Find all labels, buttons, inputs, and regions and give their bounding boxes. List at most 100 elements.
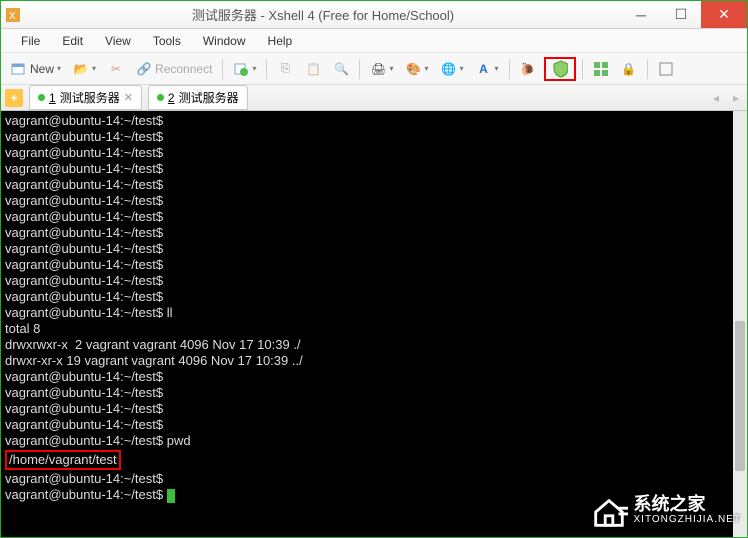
new-session-icon: [11, 61, 27, 77]
tab-2[interactable]: 2 测试服务器: [148, 85, 248, 110]
status-dot-icon: [38, 94, 45, 101]
watermark: 系统之家 XITONGZHIJIA.NET: [590, 493, 742, 531]
menu-window[interactable]: Window: [193, 32, 256, 50]
color-scheme-button[interactable]: 🎨▾: [401, 59, 432, 79]
terminal-line: vagrant@ubuntu-14:~/test$: [5, 289, 743, 305]
reconnect-icon: 🔗: [136, 61, 152, 77]
cursor: [167, 489, 175, 503]
window-title: 测试服务器 - Xshell 4 (Free for Home/School): [25, 5, 621, 24]
search-icon: 🔍: [333, 61, 349, 77]
menu-file[interactable]: File: [11, 32, 50, 50]
open-button[interactable]: 📂▾: [69, 59, 100, 79]
terminal-line: drwxrwxr-x 2 vagrant vagrant 4096 Nov 17…: [5, 337, 743, 353]
terminal-line: vagrant@ubuntu-14:~/test$: [5, 161, 743, 177]
printer-icon: 🖨: [370, 61, 386, 77]
separator: [582, 59, 583, 79]
paste-icon: 📋: [305, 61, 321, 77]
copy-icon: ⎘: [277, 61, 293, 77]
watermark-sub: XITONGZHIJIA.NET: [634, 512, 742, 528]
copy-button[interactable]: ⎘: [273, 59, 297, 79]
new-label: New: [30, 62, 54, 76]
tile-h-icon: [593, 61, 609, 77]
xftp-button[interactable]: [548, 59, 572, 79]
separator: [509, 59, 510, 79]
tab-scroll-right[interactable]: ▸: [729, 91, 743, 105]
terminal-line: vagrant@ubuntu-14:~/test$: [5, 177, 743, 193]
terminal-line: vagrant@ubuntu-14:~/test$: [5, 129, 743, 145]
dropdown-icon: ▾: [92, 64, 96, 73]
reconnect-label: Reconnect: [155, 62, 212, 76]
fullscreen-icon: [658, 61, 674, 77]
house-icon: [590, 493, 628, 531]
lock-button[interactable]: 🔒: [617, 59, 641, 79]
menu-view[interactable]: View: [95, 32, 141, 50]
terminal-line: vagrant@ubuntu-14:~/test$: [5, 113, 743, 129]
maximize-button[interactable]: ☐: [661, 1, 701, 28]
svg-text:X: X: [9, 11, 16, 22]
menu-edit[interactable]: Edit: [52, 32, 93, 50]
separator: [647, 59, 648, 79]
paste-button[interactable]: 📋: [301, 59, 325, 79]
terminal-line: vagrant@ubuntu-14:~/test$: [5, 209, 743, 225]
separator: [266, 59, 267, 79]
terminal-line: vagrant@ubuntu-14:~/test$ ll: [5, 305, 743, 321]
terminal-line: total 8: [5, 321, 743, 337]
properties-button[interactable]: ▾: [229, 59, 260, 79]
terminal-line: vagrant@ubuntu-14:~/test$: [5, 273, 743, 289]
toolbar: New ▾ 📂▾ ✂ 🔗 Reconnect ▾ ⎘ 📋 🔍 🖨▾ 🎨▾ 🌐▾ …: [1, 53, 747, 85]
palette-icon: 🎨: [405, 61, 421, 77]
tab-label: 测试服务器: [60, 89, 120, 106]
terminal-line: vagrant@ubuntu-14:~/test$ pwd: [5, 433, 743, 449]
watermark-text: 系统之家: [634, 496, 742, 512]
terminal-line: vagrant@ubuntu-14:~/test$: [5, 193, 743, 209]
encoding-button[interactable]: 🌐▾: [436, 59, 467, 79]
dropdown-icon: ▾: [459, 64, 463, 73]
terminal-line: vagrant@ubuntu-14:~/test$: [5, 225, 743, 241]
dropdown-icon: ▾: [494, 64, 498, 73]
separator: [222, 59, 223, 79]
terminal-line: vagrant@ubuntu-14:~/test$: [5, 471, 743, 487]
scrollbar-thumb[interactable]: [735, 321, 745, 471]
dropdown-icon: ▾: [389, 64, 393, 73]
terminal-line: vagrant@ubuntu-14:~/test$: [5, 385, 743, 401]
disconnect-icon: ✂: [108, 61, 124, 77]
tab-number: 1: [49, 91, 56, 105]
font-button[interactable]: A▾: [471, 59, 502, 79]
xagent-button[interactable]: 🐌: [516, 59, 540, 79]
pwd-output: /home/vagrant/test: [5, 450, 121, 470]
reconnect-button[interactable]: 🔗 Reconnect: [132, 59, 216, 79]
dropdown-icon: ▾: [57, 64, 61, 73]
menu-tools[interactable]: Tools: [143, 32, 191, 50]
app-icon: X: [1, 8, 25, 22]
terminal[interactable]: vagrant@ubuntu-14:~/test$ vagrant@ubuntu…: [1, 111, 747, 537]
scrollbar[interactable]: [733, 111, 747, 537]
shield-transfer-icon: [552, 61, 568, 77]
fullscreen-button[interactable]: [654, 59, 678, 79]
new-session-button[interactable]: New ▾: [7, 59, 65, 79]
globe-icon: 🌐: [440, 61, 456, 77]
separator: [359, 59, 360, 79]
new-tab-button[interactable]: +: [5, 89, 23, 107]
find-button[interactable]: 🔍: [329, 59, 353, 79]
font-icon: A: [475, 61, 491, 77]
properties-icon: [233, 61, 249, 77]
tile-horizontal-button[interactable]: [589, 59, 613, 79]
minimize-button[interactable]: ─: [621, 1, 661, 28]
tab-1[interactable]: 1 测试服务器 ✕: [29, 85, 142, 110]
tab-scroll-left[interactable]: ◂: [709, 91, 723, 105]
terminal-line: vagrant@ubuntu-14:~/test$: [5, 369, 743, 385]
dropdown-icon: ▾: [424, 64, 428, 73]
close-button[interactable]: ✕: [701, 1, 747, 28]
terminal-line: vagrant@ubuntu-14:~/test$: [5, 241, 743, 257]
lock-icon: 🔒: [621, 61, 637, 77]
menu-help[interactable]: Help: [258, 32, 303, 50]
print-button[interactable]: 🖨▾: [366, 59, 397, 79]
tabbar: + 1 测试服务器 ✕ 2 测试服务器 ◂ ▸: [1, 85, 747, 111]
close-tab-icon[interactable]: ✕: [124, 91, 133, 104]
disconnect-button[interactable]: ✂: [104, 59, 128, 79]
terminal-line: drwxr-xr-x 19 vagrant vagrant 4096 Nov 1…: [5, 353, 743, 369]
tab-label: 测试服务器: [179, 89, 239, 106]
tab-number: 2: [168, 91, 175, 105]
highlighted-toolbar-item: [544, 57, 576, 81]
terminal-line: vagrant@ubuntu-14:~/test$: [5, 401, 743, 417]
